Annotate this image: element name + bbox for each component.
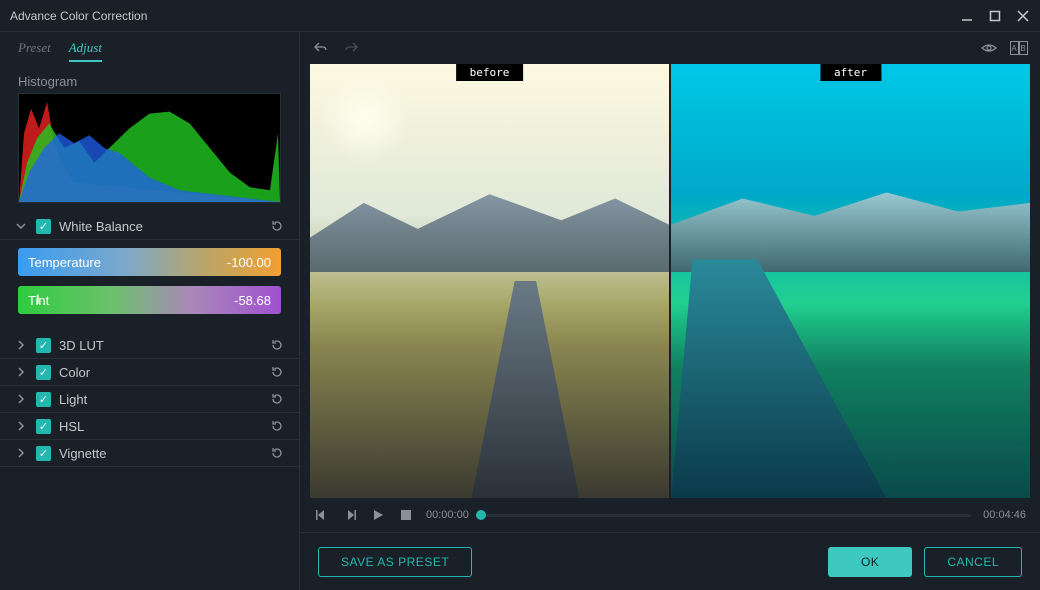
- maximize-button[interactable]: [988, 9, 1002, 23]
- sidebar: Preset Adjust Histogram ✓ White Balance …: [0, 32, 300, 590]
- preview-toggle-icon[interactable]: [980, 39, 998, 57]
- reset-icon[interactable]: [269, 337, 285, 353]
- panel-color: ✓ Color: [0, 359, 299, 386]
- panel-vignette: ✓ Vignette: [0, 440, 299, 467]
- chevron-right-icon[interactable]: [14, 446, 28, 460]
- content-area: AB before after 00:00:00: [300, 32, 1040, 590]
- light-checkbox[interactable]: ✓: [36, 392, 51, 407]
- reset-icon[interactable]: [269, 418, 285, 434]
- preview-after: after: [671, 64, 1030, 498]
- after-badge: after: [820, 64, 881, 81]
- color-title: Color: [59, 365, 261, 380]
- white-balance-checkbox[interactable]: ✓: [36, 219, 51, 234]
- chevron-down-icon[interactable]: [14, 219, 28, 233]
- titlebar: Advance Color Correction: [0, 0, 1040, 32]
- histogram-label: Histogram: [0, 68, 299, 93]
- chevron-right-icon[interactable]: [14, 419, 28, 433]
- cancel-button[interactable]: CANCEL: [924, 547, 1022, 577]
- panel-light: ✓ Light: [0, 386, 299, 413]
- window-title: Advance Color Correction: [10, 9, 147, 23]
- white-balance-sliders: Temperature -100.00 I Tint -58.68: [0, 240, 299, 332]
- temperature-value: -100.00: [227, 255, 271, 270]
- redo-icon[interactable]: [342, 39, 360, 57]
- minimize-button[interactable]: [960, 9, 974, 23]
- transport-bar: 00:00:00 00:04:46: [300, 498, 1040, 532]
- light-title: Light: [59, 392, 261, 407]
- before-badge: before: [456, 64, 524, 81]
- panel-white-balance: ✓ White Balance: [0, 213, 299, 240]
- tab-adjust[interactable]: Adjust: [69, 40, 102, 62]
- 3dlut-title: 3D LUT: [59, 338, 261, 353]
- vignette-title: Vignette: [59, 446, 261, 461]
- temperature-label: Temperature: [28, 255, 101, 270]
- timeline-slider[interactable]: [481, 514, 971, 517]
- color-checkbox[interactable]: ✓: [36, 365, 51, 380]
- tint-label: Tint: [28, 293, 49, 308]
- histogram: [18, 93, 281, 203]
- svg-text:A: A: [1011, 44, 1017, 53]
- tint-slider[interactable]: I Tint -58.68: [18, 286, 281, 314]
- stop-button[interactable]: [398, 507, 414, 523]
- step-back-button[interactable]: [314, 507, 330, 523]
- play-button[interactable]: [370, 507, 386, 523]
- footer: SAVE AS PRESET OK CANCEL: [300, 532, 1040, 590]
- undo-icon[interactable]: [312, 39, 330, 57]
- tab-preset[interactable]: Preset: [18, 40, 51, 62]
- reset-icon[interactable]: [269, 391, 285, 407]
- hsl-checkbox[interactable]: ✓: [36, 419, 51, 434]
- save-preset-button[interactable]: SAVE AS PRESET: [318, 547, 472, 577]
- panel-hsl: ✓ HSL: [0, 413, 299, 440]
- current-time: 00:00:00: [426, 509, 469, 521]
- preview-compare: before after: [310, 64, 1030, 498]
- content-toolbar: AB: [300, 32, 1040, 64]
- reset-icon[interactable]: [269, 445, 285, 461]
- temperature-slider[interactable]: Temperature -100.00: [18, 248, 281, 276]
- step-forward-button[interactable]: [342, 507, 358, 523]
- chevron-right-icon[interactable]: [14, 365, 28, 379]
- 3dlut-checkbox[interactable]: ✓: [36, 338, 51, 353]
- chevron-right-icon[interactable]: [14, 392, 28, 406]
- sidebar-tabs: Preset Adjust: [0, 40, 299, 68]
- main-area: Preset Adjust Histogram ✓ White Balance …: [0, 32, 1040, 590]
- tint-value: -58.68: [234, 293, 271, 308]
- panel-3dlut: ✓ 3D LUT: [0, 332, 299, 359]
- timeline-handle[interactable]: [476, 510, 486, 520]
- ok-button[interactable]: OK: [828, 547, 912, 577]
- duration: 00:04:46: [983, 509, 1026, 521]
- white-balance-title: White Balance: [59, 219, 261, 234]
- compare-ab-icon[interactable]: AB: [1010, 39, 1028, 57]
- close-button[interactable]: [1016, 9, 1030, 23]
- hsl-title: HSL: [59, 419, 261, 434]
- vignette-checkbox[interactable]: ✓: [36, 446, 51, 461]
- chevron-right-icon[interactable]: [14, 338, 28, 352]
- svg-text:B: B: [1020, 44, 1025, 53]
- reset-icon[interactable]: [269, 364, 285, 380]
- window-controls: [960, 9, 1030, 23]
- reset-icon[interactable]: [269, 218, 285, 234]
- preview-before: before: [310, 64, 669, 498]
